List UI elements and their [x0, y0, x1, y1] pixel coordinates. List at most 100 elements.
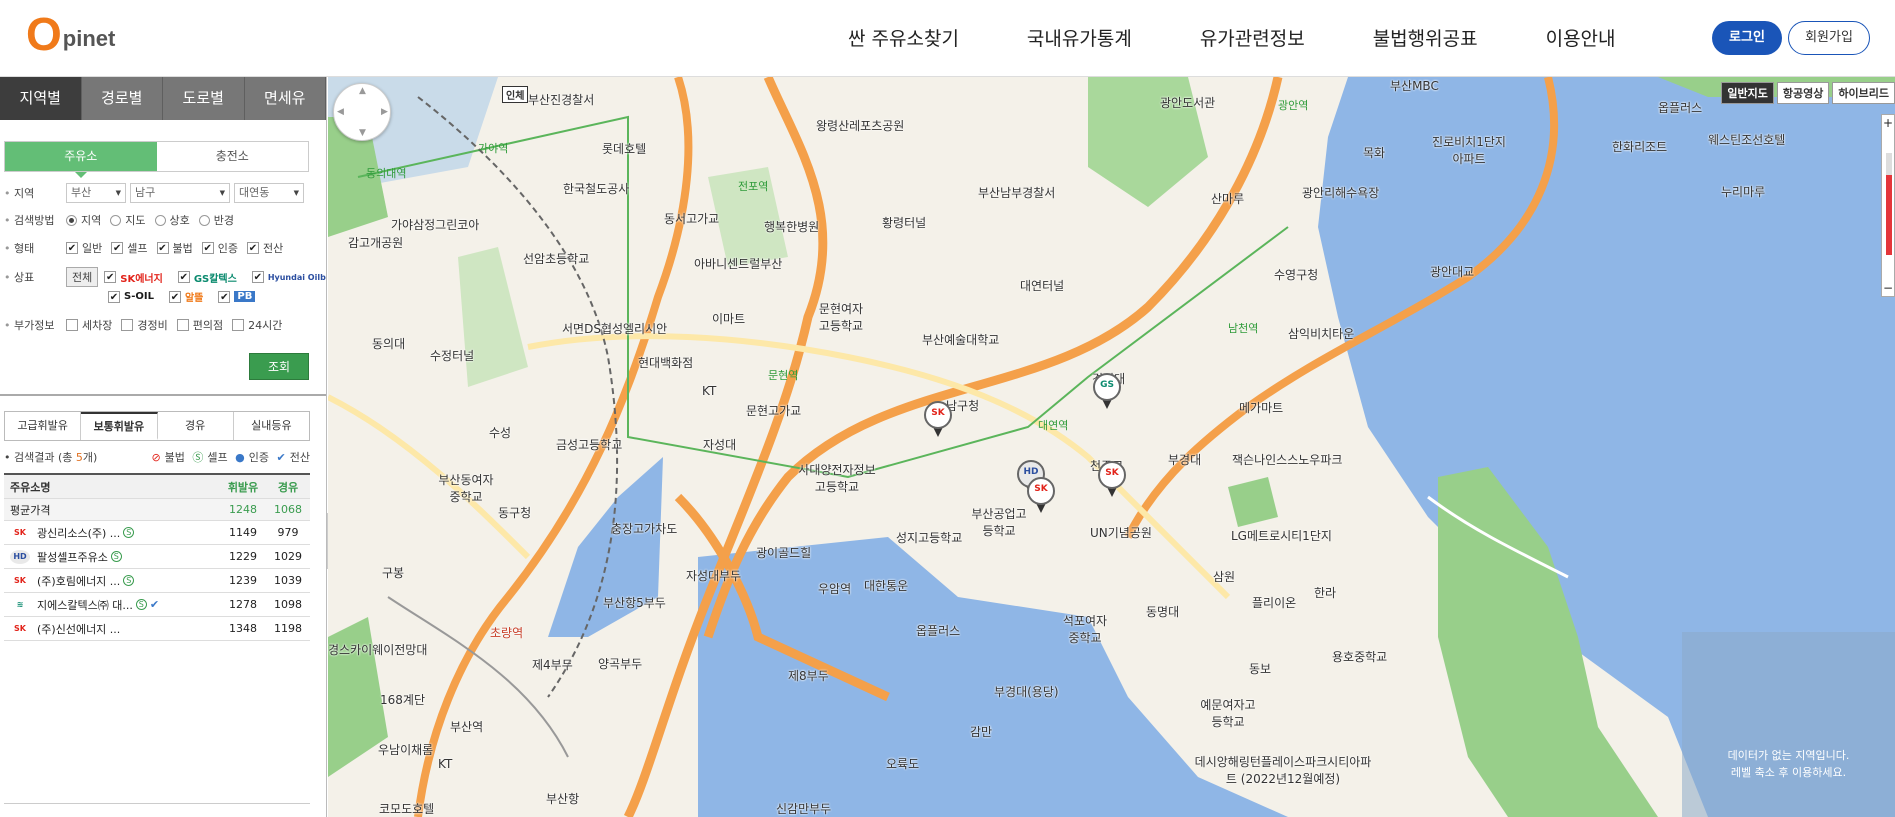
tab-road[interactable]: 도로별 — [163, 77, 245, 120]
tab-taxfree[interactable]: 면세유 — [244, 77, 326, 120]
brand-sk-checkbox[interactable]: ✔ SK에너지 — [104, 270, 169, 285]
tab-regular[interactable]: 보통휘발유 — [81, 412, 158, 440]
nav-illegal[interactable]: 불법행위공표 — [1373, 24, 1478, 51]
map-label: UN기념공원 — [1090, 526, 1152, 540]
result-legend: ⊘ 불법 Ⓢ 셀프 ● 인증 ✔ 전산 — [151, 451, 310, 464]
extra-store-checkbox[interactable]: 편의점 — [176, 317, 223, 333]
station-pin[interactable]: GS — [1093, 373, 1121, 409]
table-row[interactable]: SK (주)신선에너지 ... 1348 1198 — [4, 617, 310, 641]
map-label: 경스카이웨이전망대 — [328, 643, 428, 657]
nav-price-stats[interactable]: 국내유가통계 — [1027, 24, 1132, 51]
sido-select[interactable]: 부산 — [66, 183, 126, 203]
fuel-tabs: 고급휘발유 보통휘발유 경유 실내등유 — [4, 411, 310, 441]
map-label: 용호중학교 — [1332, 650, 1388, 664]
dong-select[interactable]: 대연동 — [234, 183, 304, 203]
map-label: 가야삼정그린코아 — [391, 218, 480, 232]
brand-all-button[interactable]: 전체 — [66, 267, 99, 287]
map-label: 문현여자고등학교 — [818, 302, 864, 333]
zoom-in-icon[interactable]: + — [1882, 116, 1894, 130]
station-type-tabs: 주유소 충전소 — [4, 141, 309, 178]
opinet-logo[interactable]: O pinet — [26, 11, 116, 57]
tab-gas-station[interactable]: 주유소 — [5, 142, 157, 178]
zoom-control[interactable]: + − — [1881, 114, 1895, 297]
nav-price-info[interactable]: 유가관련정보 — [1200, 24, 1305, 51]
table-row[interactable]: HD 팔성셀프주유소 S 1229 1029 — [4, 545, 310, 569]
map-type-satellite[interactable]: 항공영상 — [1776, 82, 1830, 104]
subway-label: 전포역 — [738, 180, 769, 193]
table-row[interactable]: ≋ 지에스칼텍스㈜ 대... S ✔ 1278 1098 — [4, 593, 310, 617]
map-label: 오륙도 — [886, 757, 920, 771]
map-label: 서면DS협성엘리시안 — [562, 322, 668, 336]
brand-gs-checkbox[interactable]: ✔ GS칼텍스 — [177, 270, 243, 285]
zoom-out-icon[interactable]: − — [1882, 281, 1894, 295]
subway-label: 남천역 — [1228, 322, 1259, 335]
tab-route[interactable]: 경로별 — [81, 77, 163, 120]
map-label: 플리이온 — [1252, 596, 1297, 610]
table-row[interactable]: SK 광신리소스(주) ... S 1149 979 — [4, 521, 310, 545]
brand-altteul-checkbox[interactable]: ✔ 알뜰 — [168, 289, 209, 304]
shape-cert-checkbox[interactable]: ✔ 인증 — [201, 240, 238, 256]
map[interactable]: ▲ ▼ ◀ ▶ 일반지도 항공영상 하이브리드 + − 부산진경찰서 롯데호텔 한국… — [328, 77, 1895, 817]
map-label: 산마루 — [1211, 192, 1245, 206]
join-button[interactable]: 회원가입 — [1788, 21, 1870, 55]
region-label: 지역 — [4, 185, 66, 201]
result-table: 주유소명 휘발유 경유 평균가격 1248 1068 SK 광신리소스(주) ..… — [4, 473, 310, 641]
login-button[interactable]: 로그인 — [1712, 21, 1782, 55]
method-map-radio[interactable]: 지도 — [110, 212, 146, 228]
map-label: 자성대 — [703, 438, 737, 452]
extra-repair-checkbox[interactable]: 경정비 — [121, 317, 168, 333]
map-label: 부산예술대학교 — [922, 333, 1000, 347]
map-label: 제8부두 — [788, 669, 829, 683]
brand-hd-checkbox[interactable]: ✔Hyundai Oilbank — [251, 271, 326, 283]
extra-row: 부가정보 세차장 경정비 편의점 24시간 — [4, 317, 291, 333]
map-label: 충장고가차도 — [611, 522, 678, 536]
tab-kerosene[interactable]: 실내등유 — [233, 412, 309, 440]
extra-carwash-checkbox[interactable]: 세차장 — [66, 317, 112, 333]
shape-comp-checkbox[interactable]: ✔ 전산 — [247, 240, 283, 256]
no-data-overlay: 데이터가 없는 지역입니다. 레벨 축소 후 이용하세요. — [1682, 632, 1895, 817]
search-button[interactable]: 조회 — [249, 353, 309, 380]
map-label: 잭슨나인스스노우파크 — [1232, 453, 1343, 467]
map-label: 현대백화점 — [638, 356, 694, 370]
map-label: 부산MBC — [1390, 79, 1439, 93]
map-label: 행복한병원 — [764, 220, 820, 234]
shape-self-checkbox[interactable]: ✔ 셀프 — [111, 240, 148, 256]
map-label: 우암역 — [818, 582, 852, 596]
station-pin[interactable]: SK — [1027, 477, 1055, 513]
method-name-radio[interactable]: 상호 — [154, 212, 190, 228]
map-label: 코모도호텔 — [379, 802, 435, 816]
station-pin[interactable]: SK — [1098, 461, 1126, 497]
map-type-normal[interactable]: 일반지도 — [1721, 82, 1774, 104]
map-label: 자성대부두 — [686, 569, 742, 583]
method-radius-radio[interactable]: 반경 — [198, 212, 234, 228]
map-label: 우남이채롬 — [378, 743, 434, 757]
tab-region[interactable]: 지역별 — [0, 77, 82, 120]
tab-diesel[interactable]: 경유 — [157, 412, 234, 440]
map-label: 옵플러스 — [1658, 101, 1703, 115]
zoom-level-bar — [1886, 175, 1892, 255]
brand-pb-checkbox[interactable]: ✔ PB — [218, 290, 261, 303]
map-type-hybrid[interactable]: 하이브리드 — [1832, 82, 1895, 104]
nav-guide[interactable]: 이용안내 — [1546, 24, 1616, 51]
tab-premium[interactable]: 고급휘발유 — [5, 412, 82, 440]
station-pin[interactable]: SK — [924, 401, 952, 437]
map-label: 메가마트 — [1239, 401, 1284, 415]
search-mode-tabs: 지역별 경로별 도로별 면세유 — [0, 77, 326, 120]
gugun-select[interactable]: 남구 — [130, 183, 230, 203]
map-label: 제4부두 — [532, 658, 573, 672]
map-pan-control[interactable]: ▲ ▼ ◀ ▶ — [333, 83, 391, 141]
extra-24h-checkbox[interactable]: 24시간 — [232, 317, 282, 333]
shape-illegal-checkbox[interactable]: ✔ 불법 — [156, 240, 193, 256]
table-row[interactable]: SK (주)호림에너지 ... S 1239 1039 — [4, 569, 310, 593]
shape-normal-checkbox[interactable]: ✔ 일반 — [66, 240, 102, 256]
divider — [0, 394, 326, 396]
result-summary: • 검색결과 (총 5개) ⊘ 불법 Ⓢ 셀프 ● 인증 ✔ 전산 — [4, 449, 310, 465]
method-region-radio[interactable]: 지역 — [66, 212, 101, 228]
nav-cheap-station[interactable]: 싼 주유소찾기 — [848, 24, 959, 51]
shape-row: 형태 ✔일반 ✔셀프 ✔불법 ✔인증 ✔전산 — [4, 240, 292, 256]
brand-soil-checkbox[interactable]: ✔ S-OIL — [108, 290, 160, 303]
self-icon: S — [123, 527, 135, 538]
logo-text: pinet — [62, 26, 116, 51]
sidebar: 지역별 경로별 도로별 면세유 주유소 충전소 지역 부산 남구 대연동 검색방… — [0, 77, 327, 817]
tab-charging-station[interactable]: 충전소 — [156, 142, 308, 171]
